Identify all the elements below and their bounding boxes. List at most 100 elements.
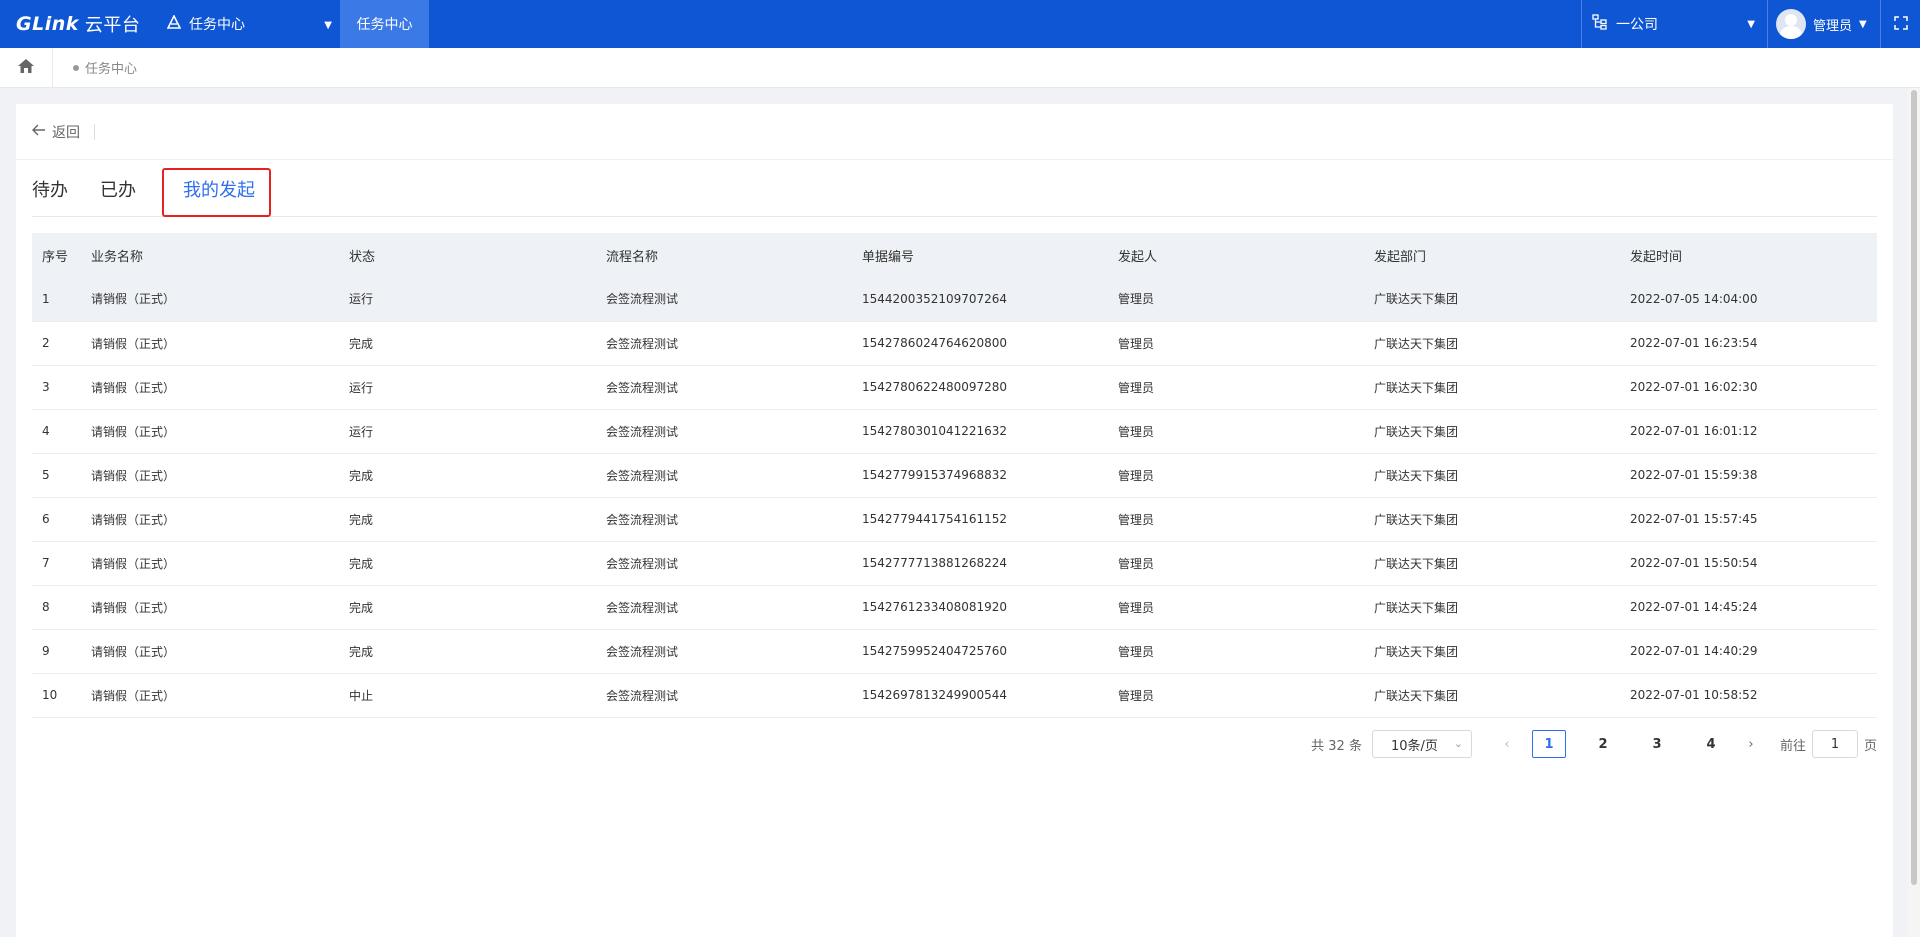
col-header-initiator: 发起人 <box>1108 233 1364 277</box>
cell-status: 完成 <box>339 453 596 498</box>
cell-initiator: 管理员 <box>1108 673 1364 718</box>
goto-page-input[interactable] <box>1811 730 1858 758</box>
col-header-doc-number: 单据编号 <box>852 233 1108 277</box>
table-container: 序号 业务名称 状态 流程名称 单据编号 发起人 发起部门 发起时间 1 请销假（… <box>32 233 1877 718</box>
table-row[interactable]: 5 请销假（正式） 完成 会签流程测试 1542779915374968832 管理员 广联… <box>32 453 1877 498</box>
brand-logo[interactable]: GLink 云平台 <box>0 0 163 48</box>
tab-bar: 待办 已办 我的发起 <box>32 160 1877 217</box>
cell-index: 4 <box>32 409 81 454</box>
cell-initiator: 管理员 <box>1108 629 1364 674</box>
cell-business-name: 请销假（正式） <box>81 277 339 322</box>
col-header-process-name: 流程名称 <box>596 233 852 277</box>
module-label: 任务中心 <box>189 17 245 33</box>
table-row[interactable]: 10 请销假（正式） 中止 会签流程测试 1542697813249900544 管理员广… <box>32 673 1877 718</box>
cell-department: 广联达天下集团 <box>1364 673 1620 718</box>
cell-business-name: 请销假（正式） <box>81 453 339 498</box>
table-row[interactable]: 3 请销假（正式） 运行 会签流程测试 1542780622480097280 管理员 广联… <box>32 365 1877 410</box>
cell-process-name: 会签流程测试 <box>596 629 852 674</box>
cell-time: 2022-07-01 16:23:54 <box>1620 321 1877 366</box>
vertical-scrollbar[interactable] <box>1908 88 1920 937</box>
fullscreen-button[interactable] <box>1880 0 1920 48</box>
home-icon <box>17 58 35 78</box>
cell-initiator: 管理员 <box>1108 585 1364 630</box>
col-header-status: 状态 <box>339 233 596 277</box>
user-name: 管理员 <box>1813 18 1853 34</box>
back-label: 返回 <box>52 124 80 141</box>
cell-initiator: 管理员 <box>1108 541 1364 586</box>
cell-time: 2022-07-01 10:58:52 <box>1620 673 1877 718</box>
cell-time: 2022-07-01 15:57:45 <box>1620 497 1877 542</box>
cell-doc-number: 1542780622480097280 <box>852 365 1108 410</box>
cell-department: 广联达天下集团 <box>1364 409 1620 454</box>
table-header-row: 序号 业务名称 状态 流程名称 单据编号 发起人 发起部门 发起时间 <box>32 233 1877 277</box>
org-dropdown[interactable]: 一公司 ▼ <box>1581 0 1767 48</box>
nav-tab-task-center[interactable]: 任务中心 <box>340 0 429 48</box>
table-row[interactable]: 2 请销假（正式） 完成 会签流程测试 1542786024764620800 管理员 广联… <box>32 321 1877 366</box>
page-button-3[interactable]: 3 <box>1640 730 1674 758</box>
cell-index: 8 <box>32 585 81 630</box>
table-row[interactable]: 8 请销假（正式） 完成 会签流程测试 1542761233408081920 管理员 广联… <box>32 585 1877 630</box>
module-dropdown[interactable]: 任务中心 ▼ <box>163 0 340 48</box>
table-row[interactable]: 9 请销假（正式） 完成 会签流程测试 1542759952404725760 管理员 广联… <box>32 629 1877 674</box>
cell-initiator: 管理员 <box>1108 277 1364 322</box>
cell-index: 3 <box>32 365 81 410</box>
table-body: 1 请销假（正式） 运行 会签流程测试 1544200352109707264 管理员 广联… <box>32 277 1877 718</box>
cell-time: 2022-07-01 14:45:24 <box>1620 585 1877 630</box>
tab-todo[interactable]: 待办 <box>32 160 68 217</box>
cell-time: 2022-07-01 16:02:30 <box>1620 365 1877 410</box>
cell-process-name: 会签流程测试 <box>596 365 852 410</box>
table-row[interactable]: 4 请销假（正式） 运行 会签流程测试 1542780301041221632 管理员 广联… <box>32 409 1877 454</box>
cell-index: 9 <box>32 629 81 674</box>
next-page-button[interactable]: › <box>1736 737 1766 752</box>
tab-my-initiated[interactable]: 我的发起 <box>183 160 255 217</box>
chevron-down-icon: ▼ <box>1859 18 1867 30</box>
tab-done[interactable]: 已办 <box>100 160 136 217</box>
cell-time: 2022-07-01 15:59:38 <box>1620 453 1877 498</box>
page-size-select[interactable]: 10条/页 ⌄ <box>1371 730 1472 758</box>
page-button-1[interactable]: 1 <box>1531 730 1566 758</box>
cell-process-name: 会签流程测试 <box>596 541 852 586</box>
org-label: 一公司 <box>1616 17 1658 33</box>
cell-process-name: 会签流程测试 <box>596 585 852 630</box>
fullscreen-icon <box>1893 15 1908 34</box>
cell-doc-number: 1542761233408081920 <box>852 585 1108 630</box>
cell-doc-number: 1544200352109707264 <box>852 277 1108 322</box>
cell-doc-number: 1542780301041221632 <box>852 409 1108 454</box>
cell-status: 完成 <box>339 497 596 542</box>
cell-department: 广联达天下集团 <box>1364 585 1620 630</box>
back-row: 返回 <box>16 104 1893 160</box>
table-row[interactable]: 6 请销假（正式） 完成 会签流程测试 1542779441754161152 管理员 广联… <box>32 497 1877 542</box>
breadcrumb-item-task-center[interactable]: 任务中心 <box>73 58 137 77</box>
table-row[interactable]: 7 请销假（正式） 完成 会签流程测试 1542777713881268224 管理员 广联… <box>32 541 1877 586</box>
divider <box>94 123 95 140</box>
cell-doc-number: 1542779441754161152 <box>852 497 1108 542</box>
breadcrumb-label: 任务中心 <box>85 62 138 77</box>
cell-department: 广联达天下集团 <box>1364 541 1620 586</box>
page-button-2[interactable]: 2 <box>1586 730 1620 758</box>
logo-suffix: 云平台 <box>84 15 141 36</box>
cell-time: 2022-07-01 16:01:12 <box>1620 409 1877 454</box>
cell-department: 广联达天下集团 <box>1364 277 1620 322</box>
cell-process-name: 会签流程测试 <box>596 497 852 542</box>
prev-page-button[interactable]: ‹ <box>1492 737 1522 752</box>
home-button[interactable] <box>0 47 53 88</box>
avatar <box>1776 9 1806 39</box>
cell-department: 广联达天下集团 <box>1364 321 1620 366</box>
cell-index: 7 <box>32 541 81 586</box>
cell-index: 6 <box>32 497 81 542</box>
cell-status: 完成 <box>339 629 596 674</box>
back-button[interactable]: 返回 <box>32 122 80 142</box>
goto-label: 前往 <box>1779 738 1806 754</box>
chevron-down-icon: ▼ <box>1747 19 1755 30</box>
module-icon <box>166 14 182 33</box>
task-table: 序号 业务名称 状态 流程名称 单据编号 发起人 发起部门 发起时间 1 请销假（… <box>32 233 1877 718</box>
cell-index: 2 <box>32 321 81 366</box>
cell-business-name: 请销假（正式） <box>81 673 339 718</box>
cell-status: 运行 <box>339 277 596 322</box>
cell-index: 5 <box>32 453 81 498</box>
page-button-4[interactable]: 4 <box>1694 730 1728 758</box>
user-menu[interactable]: 管理员 ▼ <box>1767 0 1880 48</box>
table-row[interactable]: 1 请销假（正式） 运行 会签流程测试 1544200352109707264 管理员 广联… <box>32 277 1877 322</box>
scrollbar-thumb[interactable] <box>1911 90 1917 885</box>
cell-status: 完成 <box>339 321 596 366</box>
